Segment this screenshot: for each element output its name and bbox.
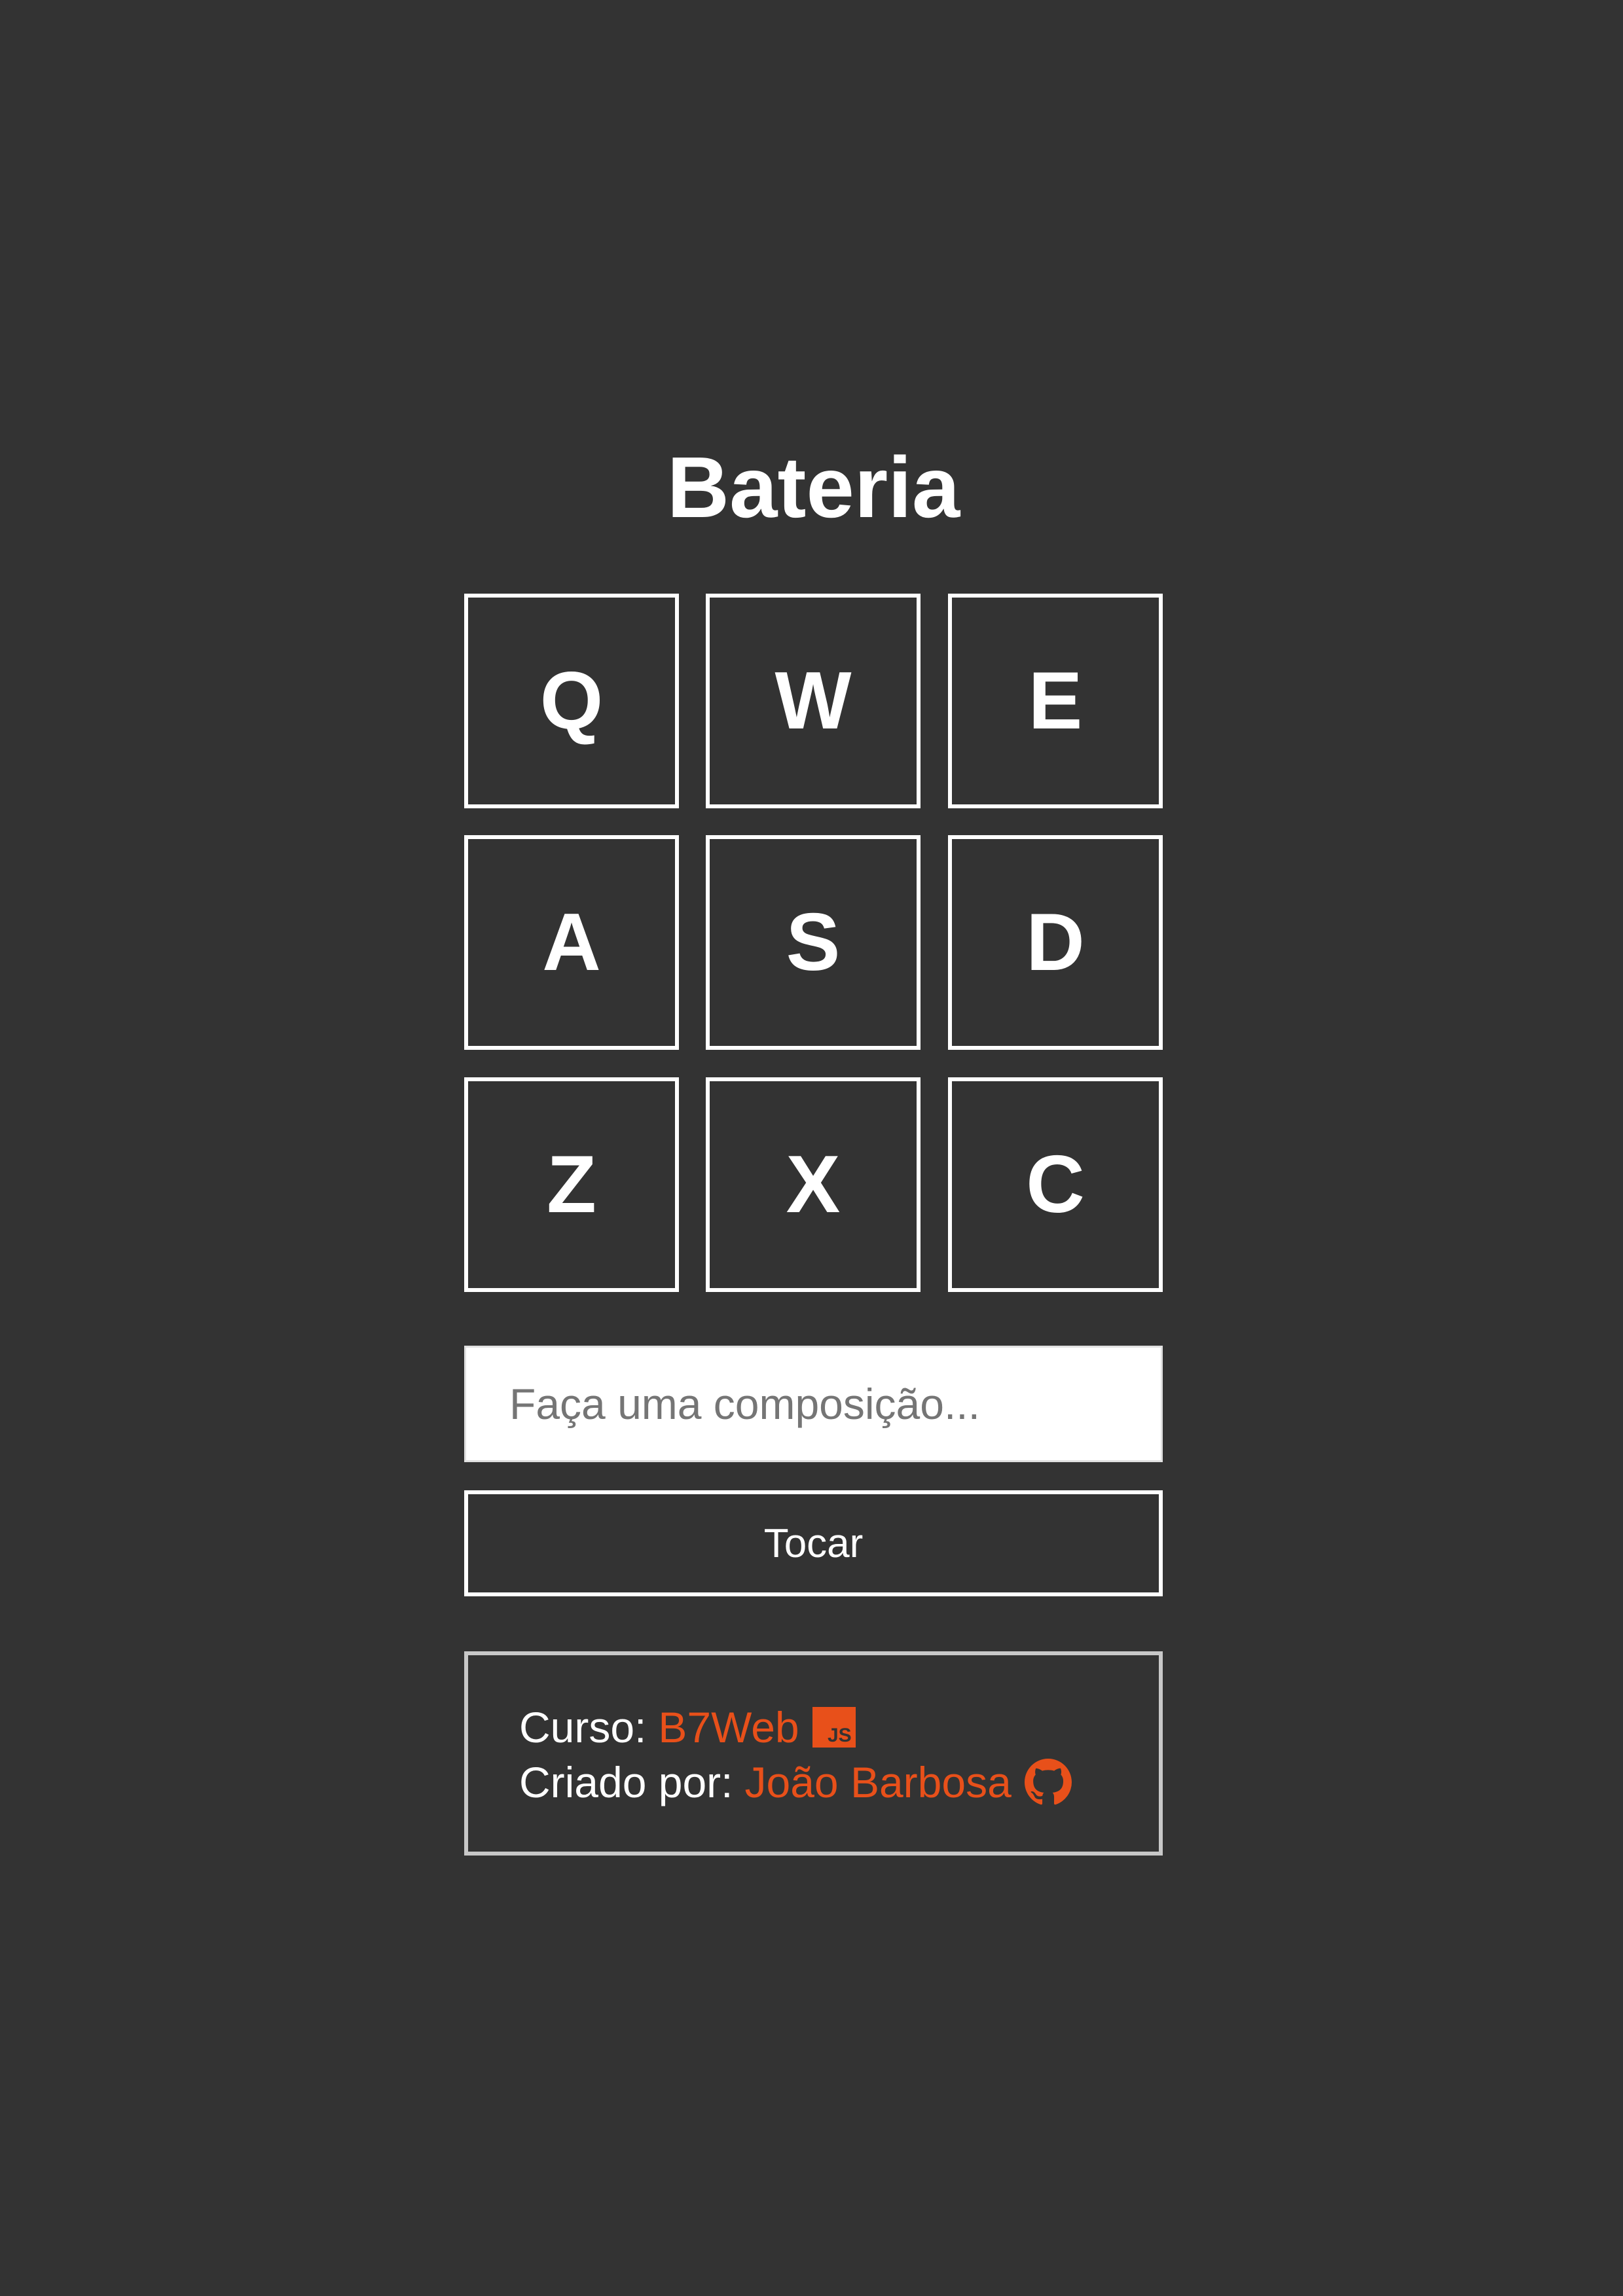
page-title: Bateria xyxy=(666,439,960,535)
course-link[interactable]: B7Web xyxy=(658,1700,799,1755)
drum-key-c[interactable]: C xyxy=(948,1077,1163,1292)
credits-box: Curso: B7Web JS Criado por: João Barbosa xyxy=(464,1651,1163,1856)
course-line: Curso: B7Web JS xyxy=(519,1700,1159,1755)
drum-key-d[interactable]: D xyxy=(948,835,1163,1050)
drum-key-x[interactable]: X xyxy=(706,1077,921,1292)
author-label: Criado por: xyxy=(519,1758,733,1806)
author-link[interactable]: João Barbosa xyxy=(745,1755,1012,1810)
author-line: Criado por: João Barbosa xyxy=(519,1755,1159,1810)
play-button[interactable]: Tocar xyxy=(464,1490,1163,1596)
composition-input[interactable] xyxy=(464,1346,1163,1462)
course-label: Curso: xyxy=(519,1703,647,1751)
github-icon[interactable] xyxy=(1024,1759,1072,1806)
drum-key-q[interactable]: Q xyxy=(464,594,679,808)
js-badge-text: JS xyxy=(827,1725,852,1746)
drum-key-a[interactable]: A xyxy=(464,835,679,1050)
drum-key-z[interactable]: Z xyxy=(464,1077,679,1292)
drum-key-e[interactable]: E xyxy=(948,594,1163,808)
drum-key-s[interactable]: S xyxy=(706,835,921,1050)
drum-key-w[interactable]: W xyxy=(706,594,921,808)
javascript-icon: JS xyxy=(812,1707,856,1748)
